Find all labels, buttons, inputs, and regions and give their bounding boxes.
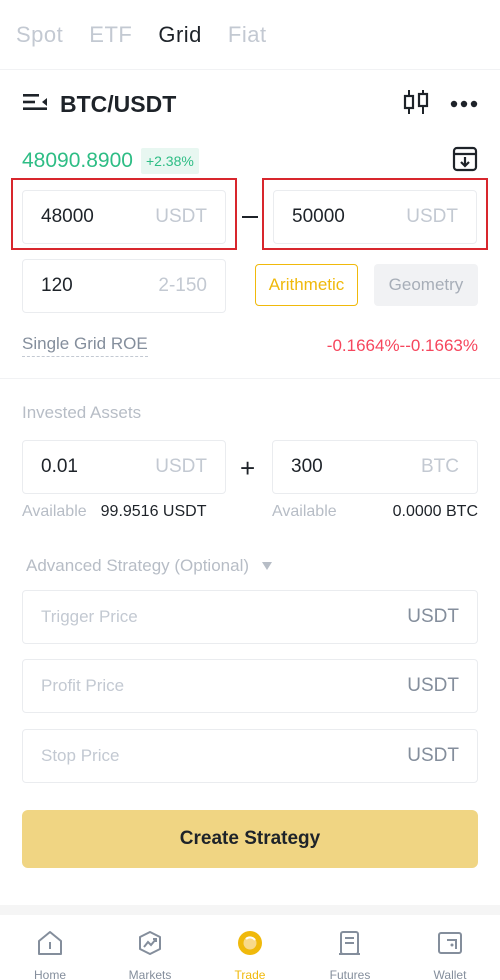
base-available-amount: 0.0000 BTC — [392, 503, 478, 520]
plus-sign: + — [240, 453, 256, 483]
range-separator — [242, 216, 258, 218]
price-row: 48090.8900 +2.38% — [22, 144, 478, 178]
base-amount-unit: BTC — [421, 456, 459, 477]
nav-trade[interactable]: Trade — [200, 915, 300, 980]
quote-available-amount: 99.9516 USDT — [100, 503, 207, 520]
arithmetic-button[interactable]: Arithmetic — [255, 264, 358, 306]
nav-separator — [0, 905, 500, 915]
tab-grid[interactable]: Grid — [158, 22, 202, 48]
nav-wallet[interactable]: Wallet — [400, 915, 500, 980]
profit-price-unit: USDT — [407, 675, 459, 696]
quote-available-label: Available — [22, 503, 87, 520]
create-strategy-button[interactable]: Create Strategy — [22, 810, 478, 868]
tab-etf[interactable]: ETF — [89, 22, 132, 48]
stop-price-field[interactable]: Stop Price USDT — [22, 729, 478, 783]
trade-icon — [236, 930, 264, 961]
home-icon — [36, 930, 64, 961]
trigger-price-unit: USDT — [407, 606, 459, 627]
quote-available-row: Available 99.9516 USDT — [22, 503, 206, 521]
tab-spot[interactable]: Spot — [16, 22, 63, 48]
tab-fiat[interactable]: Fiat — [228, 22, 267, 48]
invested-assets-label: Invested Assets — [22, 403, 142, 422]
wallet-icon — [436, 930, 464, 961]
nav-markets-label: Markets — [128, 968, 172, 980]
base-amount-field[interactable]: 300 BTC — [272, 440, 478, 494]
quote-amount-value: 0.01 — [41, 456, 78, 477]
grid-count-hint: 2-150 — [158, 275, 207, 296]
last-price: 48090.8900 — [22, 149, 133, 172]
stop-price-placeholder: Stop Price — [41, 746, 120, 765]
base-available-label: Available — [272, 503, 337, 520]
trigger-price-field[interactable]: Trigger Price USDT — [22, 590, 478, 644]
advanced-strategy-label: Advanced Strategy (Optional) — [26, 556, 250, 575]
base-available-row: Available 0.0000 BTC — [272, 503, 478, 521]
nav-home[interactable]: Home — [0, 915, 100, 980]
profit-price-placeholder: Profit Price — [41, 676, 125, 695]
nav-markets[interactable]: Markets — [100, 915, 200, 980]
base-amount-value: 300 — [291, 456, 323, 477]
roe-label[interactable]: Single Grid ROE — [22, 334, 148, 357]
pair-header: BTC/USDT — [22, 84, 478, 124]
trigger-price-placeholder: Trigger Price — [41, 607, 138, 626]
section-divider — [0, 378, 500, 379]
trade-type-tabs: Spot ETF Grid Fiat — [0, 0, 500, 70]
grid-count-field[interactable]: 120 2-150 — [22, 259, 226, 313]
pair-actions — [402, 88, 478, 121]
roe-value: -0.1664%--0.1663% — [326, 335, 478, 355]
profit-price-field[interactable]: Profit Price USDT — [22, 659, 478, 713]
caret-down-icon — [261, 556, 273, 576]
stop-price-unit: USDT — [407, 745, 459, 766]
price-change-badge: +2.38% — [140, 148, 199, 174]
candlestick-chart-icon[interactable] — [402, 88, 430, 121]
nav-wallet-label: Wallet — [433, 968, 467, 980]
nav-trade-label: Trade — [234, 968, 266, 980]
upper-price-highlight — [262, 178, 488, 250]
quote-amount-unit: USDT — [155, 456, 207, 477]
nav-home-label: Home — [33, 968, 66, 980]
grid-count-value: 120 — [41, 275, 73, 296]
nav-futures[interactable]: Futures — [300, 915, 400, 980]
markets-icon — [136, 930, 164, 961]
nav-futures-label: Futures — [329, 968, 371, 980]
geometry-button[interactable]: Geometry — [374, 264, 478, 306]
more-icon[interactable] — [450, 95, 478, 113]
advanced-strategy-toggle[interactable]: Advanced Strategy (Optional) — [26, 556, 273, 576]
futures-icon — [336, 930, 364, 961]
pair-name[interactable]: BTC/USDT — [60, 91, 176, 118]
menu-icon[interactable] — [22, 91, 48, 118]
download-icon[interactable] — [452, 146, 478, 177]
quote-amount-field[interactable]: 0.01 USDT — [22, 440, 226, 494]
roe-row: Single Grid ROE -0.1664%--0.1663% — [22, 334, 478, 357]
bottom-nav: Home Markets Trade Futures Wallet — [0, 915, 500, 980]
lower-price-highlight — [11, 178, 237, 250]
